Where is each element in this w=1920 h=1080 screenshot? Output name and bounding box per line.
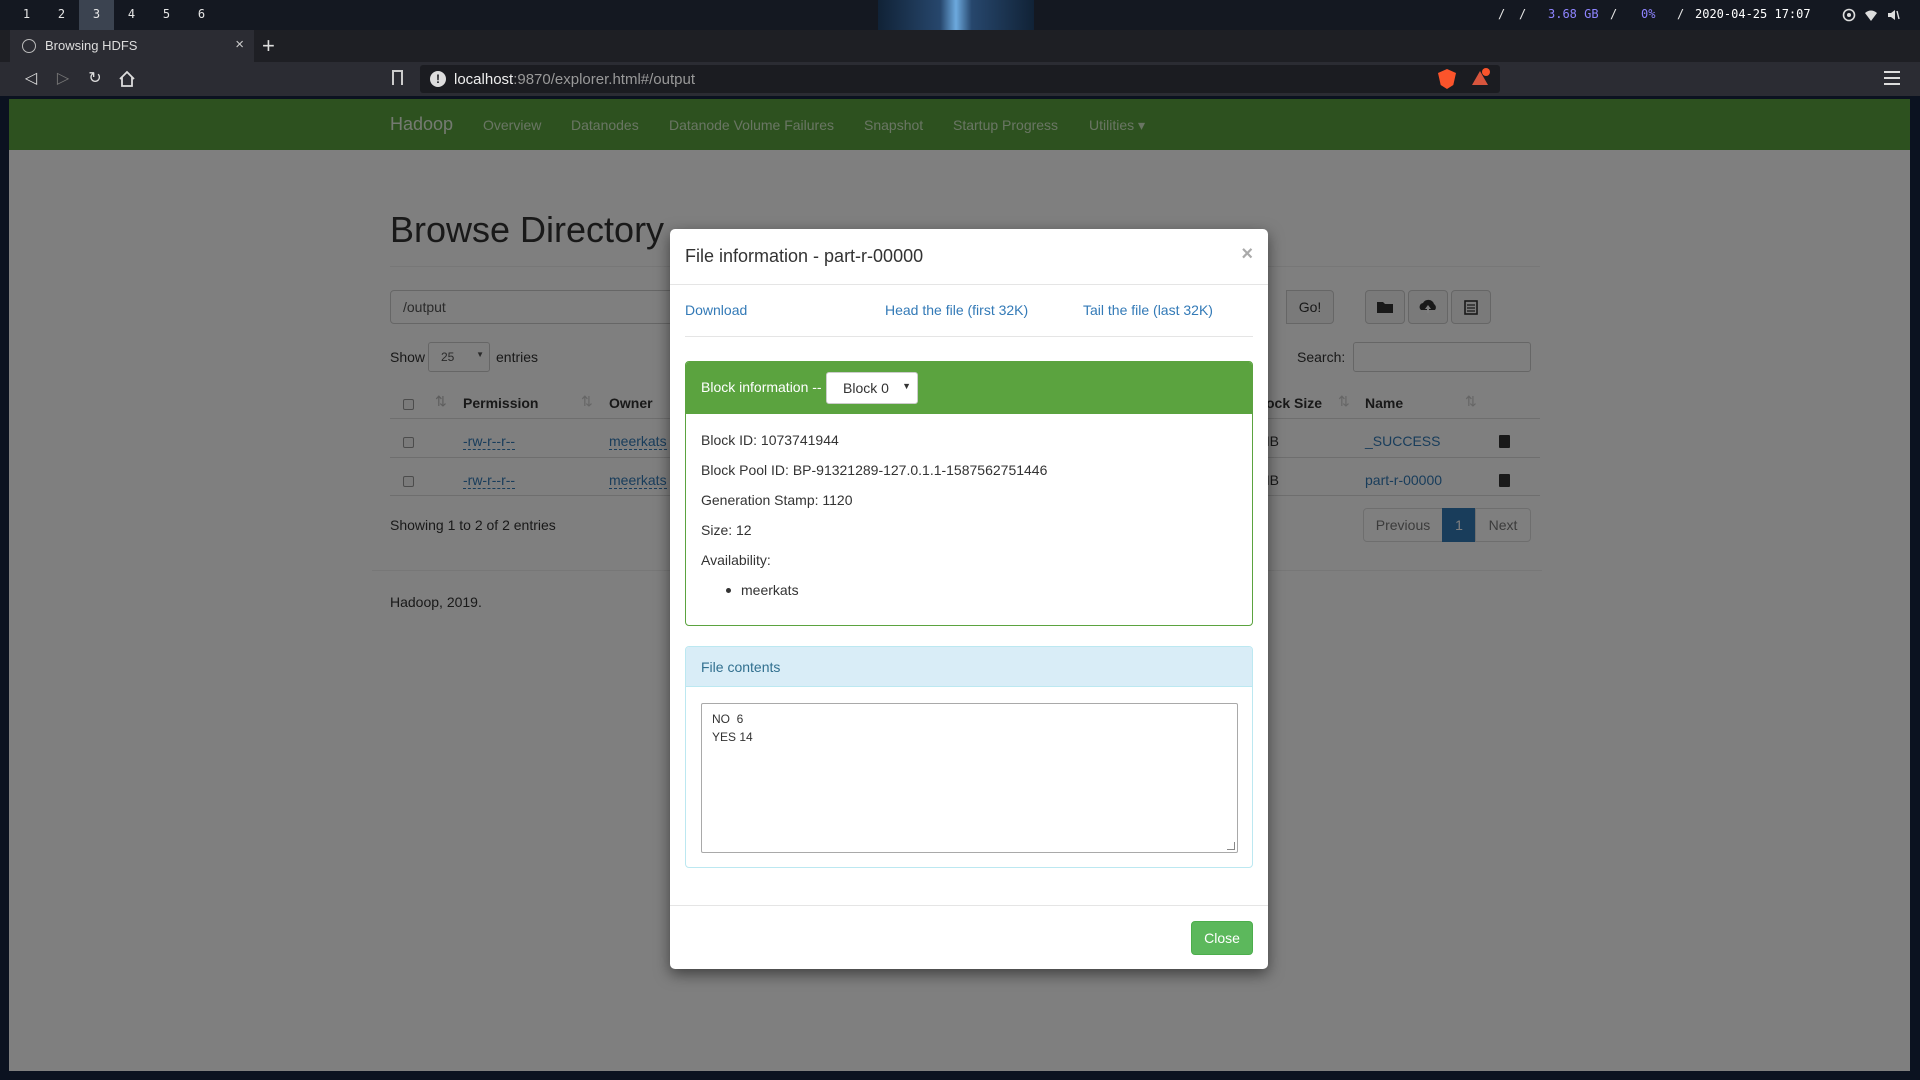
address-bar[interactable]: ! localhost:9870/explorer.html#/output xyxy=(420,65,1500,93)
block-id: Block ID: 1073741944 xyxy=(701,432,839,448)
modal-header-divider xyxy=(670,284,1268,285)
file-contents-panel: File contents NO 6 YES 14 xyxy=(685,646,1253,868)
file-information-modal: File information - part-r-00000 × Downlo… xyxy=(670,229,1268,969)
workspace-4[interactable]: 4 xyxy=(114,0,149,30)
close-button[interactable]: Close xyxy=(1191,921,1253,955)
cpu-usage: 0% xyxy=(1641,7,1656,21)
wifi-icon[interactable] xyxy=(1864,8,1878,22)
sep-1: / xyxy=(1498,7,1506,21)
page-viewport: Hadoop Overview Datanodes Datanode Volum… xyxy=(9,99,1910,1071)
file-line: YES 14 xyxy=(712,730,753,744)
head-file-link[interactable]: Head the file (first 32K) xyxy=(885,302,1028,318)
workspace-3[interactable]: 3 xyxy=(79,0,114,30)
modal-title: File information - part-r-00000 xyxy=(685,246,924,266)
tab-bar: Browsing HDFS × + xyxy=(0,30,1920,62)
generation-stamp: Generation Stamp: 1120 xyxy=(701,492,853,508)
modal-footer-divider xyxy=(670,905,1268,906)
availability-label: Availability: xyxy=(701,552,771,568)
info-icon[interactable]: ! xyxy=(430,71,446,87)
block-pool-id: Block Pool ID: BP-91321289-127.0.1.1-158… xyxy=(701,462,1048,478)
download-link[interactable]: Download xyxy=(685,302,747,318)
tab-browsing-hdfs[interactable]: Browsing HDFS × xyxy=(10,30,254,62)
forward-icon[interactable]: ▷ xyxy=(52,68,74,90)
clock: 2020-04-25 17:07 xyxy=(1695,7,1811,21)
back-icon[interactable]: ◁ xyxy=(20,68,42,90)
sep-3: / xyxy=(1610,7,1618,21)
file-line: NO 6 xyxy=(712,712,744,726)
browser-toolbar: ◁ ▷ ↻ ! localhost:9870/explorer.html#/ou… xyxy=(0,62,1920,96)
workspace-6[interactable]: 6 xyxy=(184,0,219,30)
block-select[interactable]: Block 0 ▼ xyxy=(826,372,918,404)
workspace-5[interactable]: 5 xyxy=(149,0,184,30)
close-icon[interactable]: × xyxy=(1241,243,1253,266)
brave-rewards-icon[interactable] xyxy=(1470,68,1490,88)
tab-close-icon[interactable]: × xyxy=(235,36,244,53)
tail-file-link[interactable]: Tail the file (last 32K) xyxy=(1083,302,1213,318)
sep-4: / xyxy=(1677,7,1685,21)
menu-icon[interactable] xyxy=(1884,71,1900,85)
globe-icon xyxy=(22,39,36,53)
block-information-label: Block information -- xyxy=(701,379,822,395)
system-bar: 1 2 3 4 5 6 / / 3.68 GB / 0% / 2020-04-2… xyxy=(0,0,1920,30)
bookmark-icon[interactable] xyxy=(392,70,403,85)
workspace-2[interactable]: 2 xyxy=(44,0,79,30)
reload-icon[interactable]: ↻ xyxy=(84,68,106,90)
url-text[interactable]: localhost:9870/explorer.html#/output xyxy=(454,71,695,88)
block-information-header: Block information -- Block 0 ▼ xyxy=(686,362,1252,414)
file-contents-label: File contents xyxy=(701,659,781,675)
file-contents-textarea[interactable]: NO 6 YES 14 xyxy=(701,703,1238,853)
dropdown-arrow-icon: ▼ xyxy=(902,381,911,391)
workspace-1[interactable]: 1 xyxy=(9,0,44,30)
resize-grip-icon[interactable] xyxy=(1227,842,1235,850)
sep-2: / xyxy=(1519,7,1527,21)
memory-usage: 3.68 GB xyxy=(1548,7,1599,21)
block-size: Size: 12 xyxy=(701,522,752,538)
screenshot-icon[interactable] xyxy=(1842,8,1856,22)
tab-title: Browsing HDFS xyxy=(45,38,138,53)
volume-icon[interactable] xyxy=(1886,8,1900,22)
block-information-panel: Block information -- Block 0 ▼ Block ID: … xyxy=(685,361,1253,626)
availability-host: meerkats xyxy=(726,582,799,598)
home-icon[interactable] xyxy=(116,68,138,90)
links-divider xyxy=(685,336,1253,337)
file-contents-header: File contents xyxy=(686,647,1252,687)
wallpaper-peek xyxy=(878,0,1034,30)
new-tab-button[interactable]: + xyxy=(262,33,275,59)
